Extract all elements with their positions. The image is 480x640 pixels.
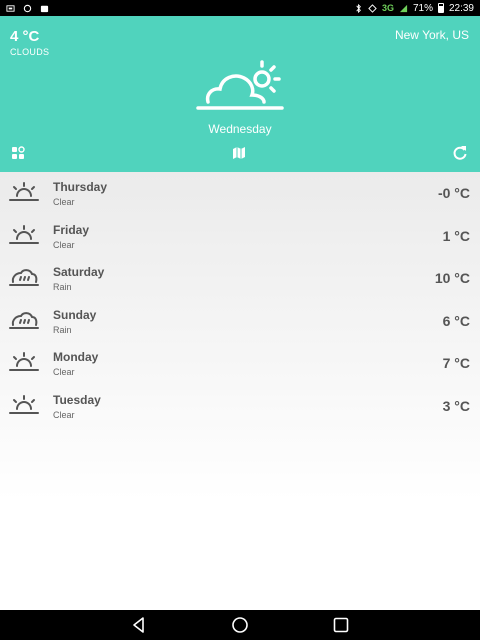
current-condition: CLOUDS: [10, 47, 50, 57]
forecast-temp: -0 °C: [437, 185, 470, 201]
network-type: 3G: [381, 3, 394, 13]
forecast-row[interactable]: Thursday Clear -0 °C: [0, 172, 480, 215]
forecast-row[interactable]: Saturday Rain 10 °C: [0, 257, 480, 300]
sync-icon: [23, 4, 32, 12]
forecast-temp: 6 °C: [442, 312, 470, 329]
cloud-sun-icon: [196, 60, 284, 110]
forecast-day: Sunday: [53, 307, 97, 322]
forecast-temp: 1 °C: [442, 227, 470, 244]
forecast-row[interactable]: Monday Clear 7 °C: [0, 342, 480, 385]
sunrise-icon: [9, 224, 39, 244]
status-bar: 3G 71% 22:39: [0, 0, 480, 16]
bluetooth-icon: [356, 3, 361, 13]
current-day: Wednesday: [208, 122, 272, 136]
back-icon[interactable]: [130, 616, 148, 634]
forecast-desc: Clear: [53, 239, 75, 250]
sunrise-icon: [9, 352, 39, 371]
forecast-temp: 10 °C: [434, 270, 470, 286]
forecast-day: Saturday: [53, 265, 105, 279]
recents-icon[interactable]: [332, 616, 350, 634]
app-icon: [40, 5, 49, 12]
forecast-temp: 7 °C: [442, 355, 470, 371]
forecast-desc: Clear: [53, 367, 75, 377]
navigation-bar: [0, 610, 480, 640]
notification-icon: [6, 4, 15, 12]
map-icon[interactable]: [232, 146, 246, 160]
forecast-desc: Clear: [53, 409, 75, 420]
current-temperature: 4 °C: [10, 28, 40, 45]
forecast-row[interactable]: Tuesday Clear 3 °C: [0, 385, 480, 428]
forecast-list: Thursday Clear -0 °C Friday Clear 1 °C S…: [0, 172, 480, 610]
signal-icon: [368, 3, 377, 13]
location-label: New York, US: [394, 28, 469, 42]
forecast-day: Friday: [53, 222, 90, 237]
sunrise-icon: [9, 182, 39, 201]
forecast-day: Tuesday: [53, 392, 101, 407]
weather-header: 4 °C CLOUDS New York, US Wednesday: [0, 16, 480, 172]
forecast-desc: Rain: [53, 324, 72, 335]
forecast-temp: 3 °C: [442, 397, 470, 414]
rain-icon: [9, 311, 39, 329]
rain-icon: [9, 269, 39, 286]
sunrise-icon: [9, 394, 39, 414]
forecast-row[interactable]: Sunday Rain 6 °C: [0, 300, 480, 343]
battery-icon: [437, 3, 444, 13]
battery-percent: 71%: [412, 2, 433, 14]
clock: 22:39: [448, 2, 474, 14]
forecast-day: Thursday: [53, 180, 108, 194]
refresh-icon[interactable]: [452, 145, 468, 161]
forecast-desc: Clear: [53, 197, 75, 207]
cell-signal-icon: [399, 4, 408, 12]
forecast-day: Monday: [53, 350, 99, 364]
forecast-row[interactable]: Friday Clear 1 °C: [0, 215, 480, 258]
grid-icon[interactable]: [11, 146, 25, 160]
forecast-desc: Rain: [53, 282, 72, 292]
home-icon[interactable]: [231, 616, 249, 634]
